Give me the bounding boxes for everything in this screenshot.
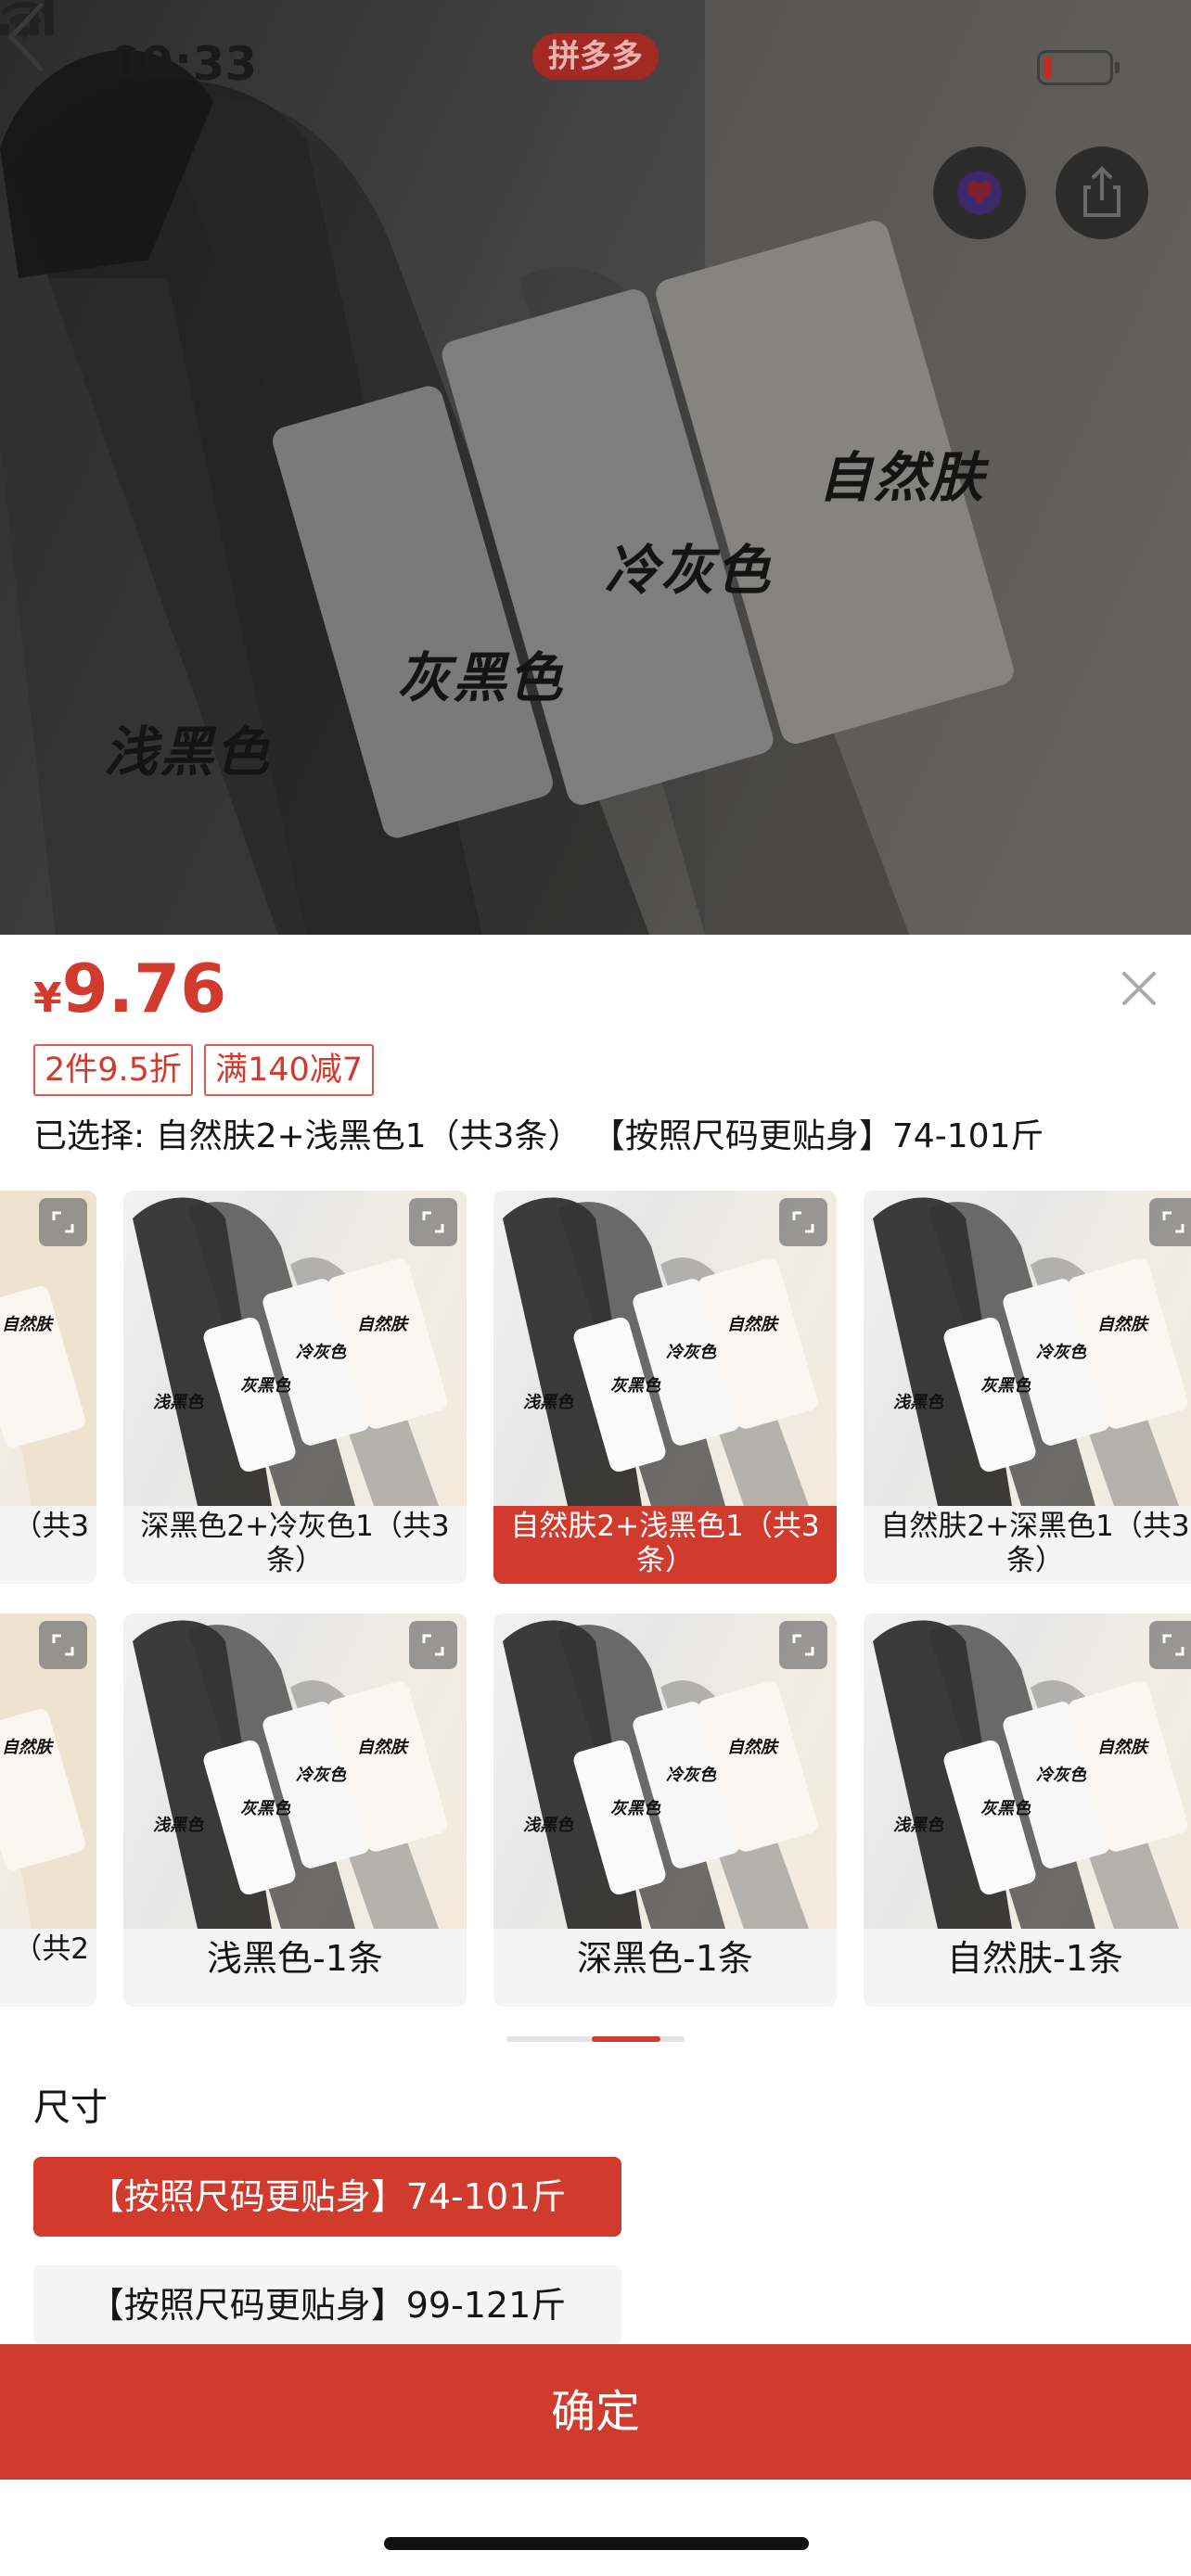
- thumb-label-grey: 冷灰色: [1036, 1766, 1086, 1785]
- expand-button[interactable]: [39, 1621, 87, 1669]
- thumb-label-natural: 自然肤: [2, 1315, 52, 1334]
- hero-label-lightblack: 浅黑色: [104, 721, 272, 784]
- option-label: 自然肤2+浅黑色1（共3条）: [493, 1506, 837, 1584]
- hero-label-greyblack: 灰黑色: [397, 646, 565, 709]
- option-card[interactable]: 自然肤 （共2: [0, 1613, 96, 2007]
- thumb-label-natural: 自然肤: [727, 1315, 777, 1334]
- expand-button[interactable]: [779, 1198, 827, 1246]
- thumb-label-lightblack: 浅黑色: [893, 1816, 943, 1835]
- thumb-label-natural: 自然肤: [357, 1738, 407, 1757]
- option-label: 自然肤2+深黑色1（共3条）: [880, 1510, 1190, 1577]
- thumb-label-natural: 自然肤: [1097, 1315, 1147, 1334]
- option-card[interactable]: 自然肤 冷灰色 灰黑色 浅黑色 深黑色-1条: [493, 1613, 837, 2007]
- option-label: （共2: [13, 1932, 89, 1966]
- expand-icon: [792, 1634, 814, 1656]
- option-card[interactable]: 自然肤 （共3: [0, 1191, 96, 1584]
- option-label: 深黑色-1条: [577, 1938, 753, 1979]
- thumb-label-lightblack: 浅黑色: [153, 1816, 203, 1835]
- hero-label-grey: 冷灰色: [605, 539, 773, 602]
- expand-icon: [792, 1211, 814, 1233]
- option-thumbnail: 自然肤 冷灰色 灰黑色 浅黑色: [864, 1613, 1191, 1929]
- thumb-label-lightblack: 浅黑色: [523, 1816, 573, 1835]
- thumb-label-greyblack: 灰黑色: [610, 1799, 660, 1818]
- share-button[interactable]: [1056, 147, 1148, 239]
- thumb-label-grey: 冷灰色: [666, 1766, 716, 1785]
- thumb-label-lightblack: 浅黑色: [893, 1393, 943, 1412]
- thumb-label-natural: 自然肤: [2, 1738, 52, 1757]
- expand-icon: [1162, 1634, 1185, 1656]
- grid-scroll-indicator[interactable]: [506, 2036, 685, 2042]
- thumb-label-grey: 冷灰色: [296, 1343, 346, 1362]
- expand-icon: [52, 1634, 74, 1656]
- home-indicator: [384, 2537, 809, 2550]
- promo-tags: 2件9.5折 满140减7: [33, 1044, 375, 1096]
- option-card[interactable]: 自然肤 冷灰色 灰黑色 浅黑色 浅黑色-1条: [123, 1613, 467, 2007]
- selected-summary: 已选择: 自然肤2+浅黑色1（共3条） 【按照尺码更贴身】74-101斤: [33, 1117, 1044, 1155]
- thumb-label-natural: 自然肤: [1097, 1738, 1147, 1757]
- thumb-label-greyblack: 灰黑色: [240, 1376, 290, 1396]
- chevron-left-icon[interactable]: [0, 0, 56, 74]
- option-card[interactable]: 自然肤 冷灰色 灰黑色 浅黑色 深黑色2+冷灰色1（共3条）: [123, 1191, 467, 1584]
- expand-button[interactable]: [1149, 1198, 1191, 1246]
- expand-icon: [52, 1211, 74, 1233]
- thumb-label-grey: 冷灰色: [666, 1343, 716, 1362]
- battery-icon: [1037, 50, 1120, 85]
- option-thumbnail: 自然肤 冷灰色 灰黑色 浅黑色: [864, 1191, 1191, 1506]
- status-time: 09:33: [109, 37, 258, 91]
- promo-tag-discount: 2件9.5折: [33, 1044, 193, 1096]
- close-icon[interactable]: [1115, 964, 1163, 1013]
- hero-label-natural: 自然肤: [818, 446, 986, 509]
- stockings-illustration: [0, 0, 1191, 935]
- grid-scroll-thumb[interactable]: [592, 2036, 660, 2042]
- product-hero-image: 自然肤 冷灰色 灰黑色 浅黑色 09:33 拼多多: [0, 0, 1191, 935]
- share-icon: [1083, 166, 1121, 217]
- thumb-label-greyblack: 灰黑色: [240, 1799, 290, 1818]
- favorite-button[interactable]: [933, 147, 1026, 239]
- app-badge: 拼多多: [532, 33, 659, 80]
- thumb-label-greyblack: 灰黑色: [980, 1799, 1031, 1818]
- expand-button[interactable]: [1149, 1621, 1191, 1669]
- size-option-selected[interactable]: 【按照尺码更贴身】74-101斤: [33, 2157, 621, 2237]
- expand-button[interactable]: [409, 1198, 457, 1246]
- expand-icon: [422, 1634, 444, 1656]
- option-label: 深黑色2+冷灰色1（共3条）: [140, 1510, 450, 1577]
- price-currency: ¥: [33, 975, 62, 1022]
- thumb-label-greyblack: 灰黑色: [980, 1376, 1031, 1396]
- option-label: 自然肤-1条: [947, 1938, 1123, 1979]
- option-label: （共3: [13, 1510, 89, 1543]
- option-card[interactable]: 自然肤 冷灰色 灰黑色 浅黑色 自然肤-1条: [864, 1613, 1191, 2007]
- thumb-label-greyblack: 灰黑色: [610, 1376, 660, 1396]
- expand-button[interactable]: [779, 1621, 827, 1669]
- thumb-label-grey: 冷灰色: [1036, 1343, 1086, 1362]
- thumb-label-natural: 自然肤: [357, 1315, 407, 1334]
- option-label: 浅黑色-1条: [207, 1938, 383, 1979]
- size-section-title: 尺寸: [33, 2086, 108, 2129]
- thumb-label-natural: 自然肤: [727, 1738, 777, 1757]
- expand-icon: [1162, 1211, 1185, 1233]
- option-card-selected[interactable]: 自然肤 冷灰色 灰黑色 浅黑色 自然肤2+浅黑色1（共3条）: [493, 1191, 837, 1584]
- product-price: ¥9.76: [33, 950, 226, 1027]
- thumb-label-lightblack: 浅黑色: [523, 1393, 573, 1412]
- option-card[interactable]: 自然肤 冷灰色 灰黑色 浅黑色 自然肤2+深黑色1（共3条）: [864, 1191, 1191, 1584]
- expand-button[interactable]: [39, 1198, 87, 1246]
- color-option-grid: 自然肤 （共3 自然肤 冷灰色 灰黑色 浅黑色 深黑色2+冷灰色1（共3条） 自…: [0, 1191, 1191, 2010]
- expand-button[interactable]: [409, 1621, 457, 1669]
- expand-icon: [422, 1211, 444, 1233]
- size-option[interactable]: 【按照尺码更贴身】99-121斤: [33, 2265, 621, 2345]
- status-bar: 09:33 拼多多: [0, 0, 1191, 130]
- thumb-label-lightblack: 浅黑色: [153, 1393, 203, 1412]
- price-value: 9.76: [61, 950, 227, 1027]
- confirm-button[interactable]: 确定: [0, 2344, 1191, 2480]
- thumb-label-grey: 冷灰色: [296, 1766, 346, 1785]
- promo-tag-threshold: 满140减7: [203, 1044, 375, 1096]
- heart-icon: [957, 171, 1002, 215]
